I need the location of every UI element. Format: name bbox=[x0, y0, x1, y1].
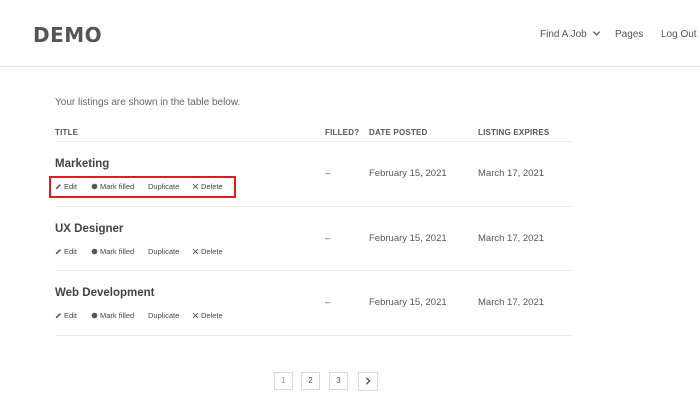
filled-status: – bbox=[325, 168, 331, 179]
delete-button[interactable]: Delete bbox=[192, 311, 223, 320]
nav-find-a-job-label: Find A Job bbox=[540, 29, 587, 40]
edit-button[interactable]: Edit bbox=[55, 247, 77, 256]
nav-find-a-job[interactable]: Find A Job bbox=[540, 29, 601, 40]
listing-title[interactable]: Marketing bbox=[55, 158, 109, 170]
column-header-filled: FILLED? bbox=[325, 128, 360, 137]
edit-button[interactable]: Edit bbox=[55, 311, 77, 320]
next-page-button[interactable] bbox=[358, 372, 378, 391]
intro-text: Your listings are shown in the table bel… bbox=[55, 97, 241, 108]
listing-title[interactable]: Web Development bbox=[55, 287, 154, 299]
page-2-button[interactable]: 2 bbox=[301, 372, 320, 390]
nav-log-out[interactable]: Log Out bbox=[661, 29, 697, 40]
site-logo[interactable]: DEMO bbox=[33, 23, 102, 47]
date-posted: February 15, 2021 bbox=[369, 297, 447, 308]
pencil-icon bbox=[55, 249, 61, 255]
table-row: Web Development Edit Mark filled Duplica… bbox=[0, 271, 700, 335]
divider bbox=[55, 335, 573, 336]
chevron-down-icon bbox=[593, 31, 601, 36]
date-posted: February 15, 2021 bbox=[369, 233, 447, 244]
chevron-right-icon bbox=[365, 377, 371, 385]
listing-expires: March 17, 2021 bbox=[478, 233, 545, 244]
nav-pages[interactable]: Pages bbox=[615, 29, 643, 40]
page-1-button[interactable]: 1 bbox=[274, 372, 293, 390]
duplicate-button[interactable]: Duplicate bbox=[148, 247, 179, 256]
listing-title[interactable]: UX Designer bbox=[55, 223, 123, 235]
date-posted: February 15, 2021 bbox=[369, 168, 447, 179]
mark-filled-button[interactable]: Mark filled bbox=[91, 247, 134, 256]
table-row: UX Designer Edit Mark filled Duplicate D… bbox=[0, 207, 700, 271]
page-3-button[interactable]: 3 bbox=[329, 372, 348, 390]
column-header-listing-expires: LISTING EXPIRES bbox=[478, 128, 550, 137]
close-icon bbox=[192, 248, 199, 255]
column-header-title: TITLE bbox=[55, 128, 79, 137]
listing-expires: March 17, 2021 bbox=[478, 297, 545, 308]
close-icon bbox=[192, 312, 199, 319]
circle-icon bbox=[91, 312, 98, 319]
circle-icon bbox=[91, 248, 98, 255]
listing-expires: March 17, 2021 bbox=[478, 168, 545, 179]
duplicate-button[interactable]: Duplicate bbox=[148, 311, 179, 320]
pencil-icon bbox=[55, 313, 61, 319]
site-header: DEMO Find A Job Pages Log Out bbox=[0, 0, 700, 67]
mark-filled-button[interactable]: Mark filled bbox=[91, 311, 134, 320]
delete-button[interactable]: Delete bbox=[192, 247, 223, 256]
column-header-date-posted: DATE POSTED bbox=[369, 128, 428, 137]
filled-status: – bbox=[325, 233, 331, 244]
filled-status: – bbox=[325, 297, 331, 308]
highlight-box bbox=[49, 176, 236, 198]
